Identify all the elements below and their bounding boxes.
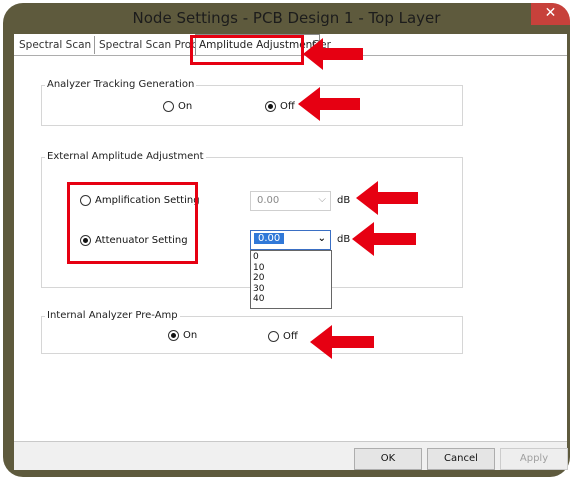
annotation-arrow-icon [310,325,374,359]
close-button[interactable]: ✕ [531,3,570,25]
highlight-box-options [67,182,198,264]
amplification-select[interactable]: 0.00 ⌵ [250,191,331,211]
annotation-arrow-icon [352,222,416,256]
preamp-on-radio[interactable]: On [168,330,197,341]
attenuator-dropdown-list: 0 10 20 30 40 [250,250,332,309]
tracking-group [41,85,463,126]
ok-button[interactable]: OK [354,448,422,470]
dropdown-option[interactable]: 40 [253,294,329,305]
close-icon: ✕ [544,5,557,21]
tracking-group-label: Analyzer Tracking Generation [45,79,197,90]
attenuator-select[interactable]: 0.00 ⌄ [250,230,331,250]
window-title: Node Settings - PCB Design 1 - Top Layer [132,9,441,27]
dropdown-option[interactable]: 0 [253,252,329,263]
annotation-arrow-icon [356,181,418,215]
chevron-down-icon: ⌄ [317,233,326,244]
radio-circle-checked [265,101,276,112]
chevron-down-icon: ⌵ [318,194,326,205]
tracking-on-radio[interactable]: On [163,101,192,112]
dropdown-option[interactable]: 20 [253,273,329,284]
button-bar: OK Cancel Apply [14,441,568,470]
preamp-on-label: On [183,330,198,341]
apply-button[interactable]: Apply [500,448,568,470]
title-bar[interactable]: Node Settings - PCB Design 1 - Top Layer… [3,3,570,33]
annotation-arrow-icon [303,38,363,70]
tracking-off-radio[interactable]: Off [265,101,295,112]
tracking-on-label: On [178,101,193,112]
annotation-arrow-icon [298,87,360,121]
amplification-unit: dB [337,195,351,206]
attenuator-value: 0.00 [254,233,285,244]
amplification-value: 0.00 [257,195,280,206]
preamp-group [41,316,463,354]
highlight-box-tab [190,35,304,65]
preamp-off-radio[interactable]: Off [268,331,298,342]
preamp-off-label: Off [283,331,298,342]
tracking-off-label: Off [280,101,295,112]
radio-circle [268,331,279,342]
radio-circle-checked [168,330,179,341]
cancel-button[interactable]: Cancel [427,448,495,470]
preamp-group-label: Internal Analyzer Pre-Amp [45,310,180,321]
external-group-label: External Amplitude Adjustment [45,151,206,162]
radio-circle [163,101,174,112]
dropdown-option[interactable]: 10 [253,263,329,274]
dropdown-option[interactable]: 30 [253,284,329,295]
tab-spectral-scan[interactable]: Spectral Scan [16,36,96,54]
attenuator-unit: dB [337,234,351,245]
